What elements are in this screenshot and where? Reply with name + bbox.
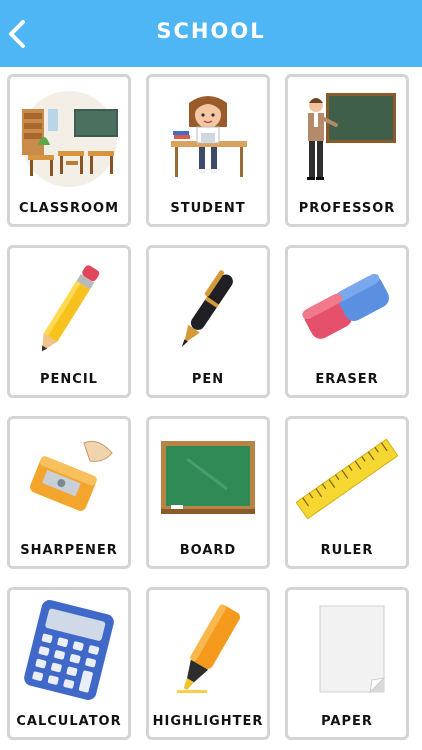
pen-illustration — [181, 270, 233, 347]
classroom-illustration — [21, 91, 118, 187]
card-label: PEN — [191, 372, 225, 387]
card-label: RULER — [320, 543, 374, 558]
card-student[interactable]: STUDENT — [146, 74, 270, 227]
card-ruler[interactable]: RULER — [285, 416, 409, 569]
card-label: BOARD — [179, 543, 237, 558]
sharpener-illustration — [30, 440, 113, 511]
card-pen[interactable]: PEN — [146, 245, 270, 398]
pencil-illustration — [41, 265, 100, 352]
card-sharpener[interactable]: SHARPENER — [7, 416, 131, 569]
professor-illustration — [307, 93, 396, 180]
card-label: PENCIL — [40, 372, 98, 387]
ruler-illustration — [296, 438, 398, 520]
highlighter-illustration — [177, 604, 241, 693]
card-label: HIGHLIGHTER — [152, 714, 264, 729]
board-illustration — [161, 441, 255, 514]
card-label: CALCULATOR — [16, 714, 122, 729]
page-title: SCHOOL — [156, 19, 266, 43]
app-header: SCHOOL — [0, 0, 422, 67]
paper-illustration — [319, 605, 386, 694]
card-label: CLASSROOM — [18, 201, 120, 216]
card-label: PAPER — [321, 714, 373, 729]
card-label: SHARPENER — [20, 543, 118, 558]
card-board[interactable]: BOARD — [146, 416, 270, 569]
card-classroom[interactable]: CLASSROOM — [7, 74, 131, 227]
card-label: STUDENT — [170, 201, 246, 216]
card-label: ERASER — [315, 372, 379, 387]
calculator-illustration — [24, 600, 114, 700]
card-eraser[interactable]: ERASER — [285, 245, 409, 398]
card-pencil[interactable]: PENCIL — [7, 245, 131, 398]
student-illustration — [171, 96, 247, 177]
card-highlighter[interactable]: HIGHLIGHTER — [146, 587, 270, 740]
card-paper[interactable]: PAPER — [285, 587, 409, 740]
eraser-illustration — [302, 273, 389, 339]
card-calculator[interactable]: CALCULATOR — [7, 587, 131, 740]
card-label: PROFESSOR — [298, 201, 396, 216]
card-professor[interactable]: PROFESSOR — [285, 74, 409, 227]
